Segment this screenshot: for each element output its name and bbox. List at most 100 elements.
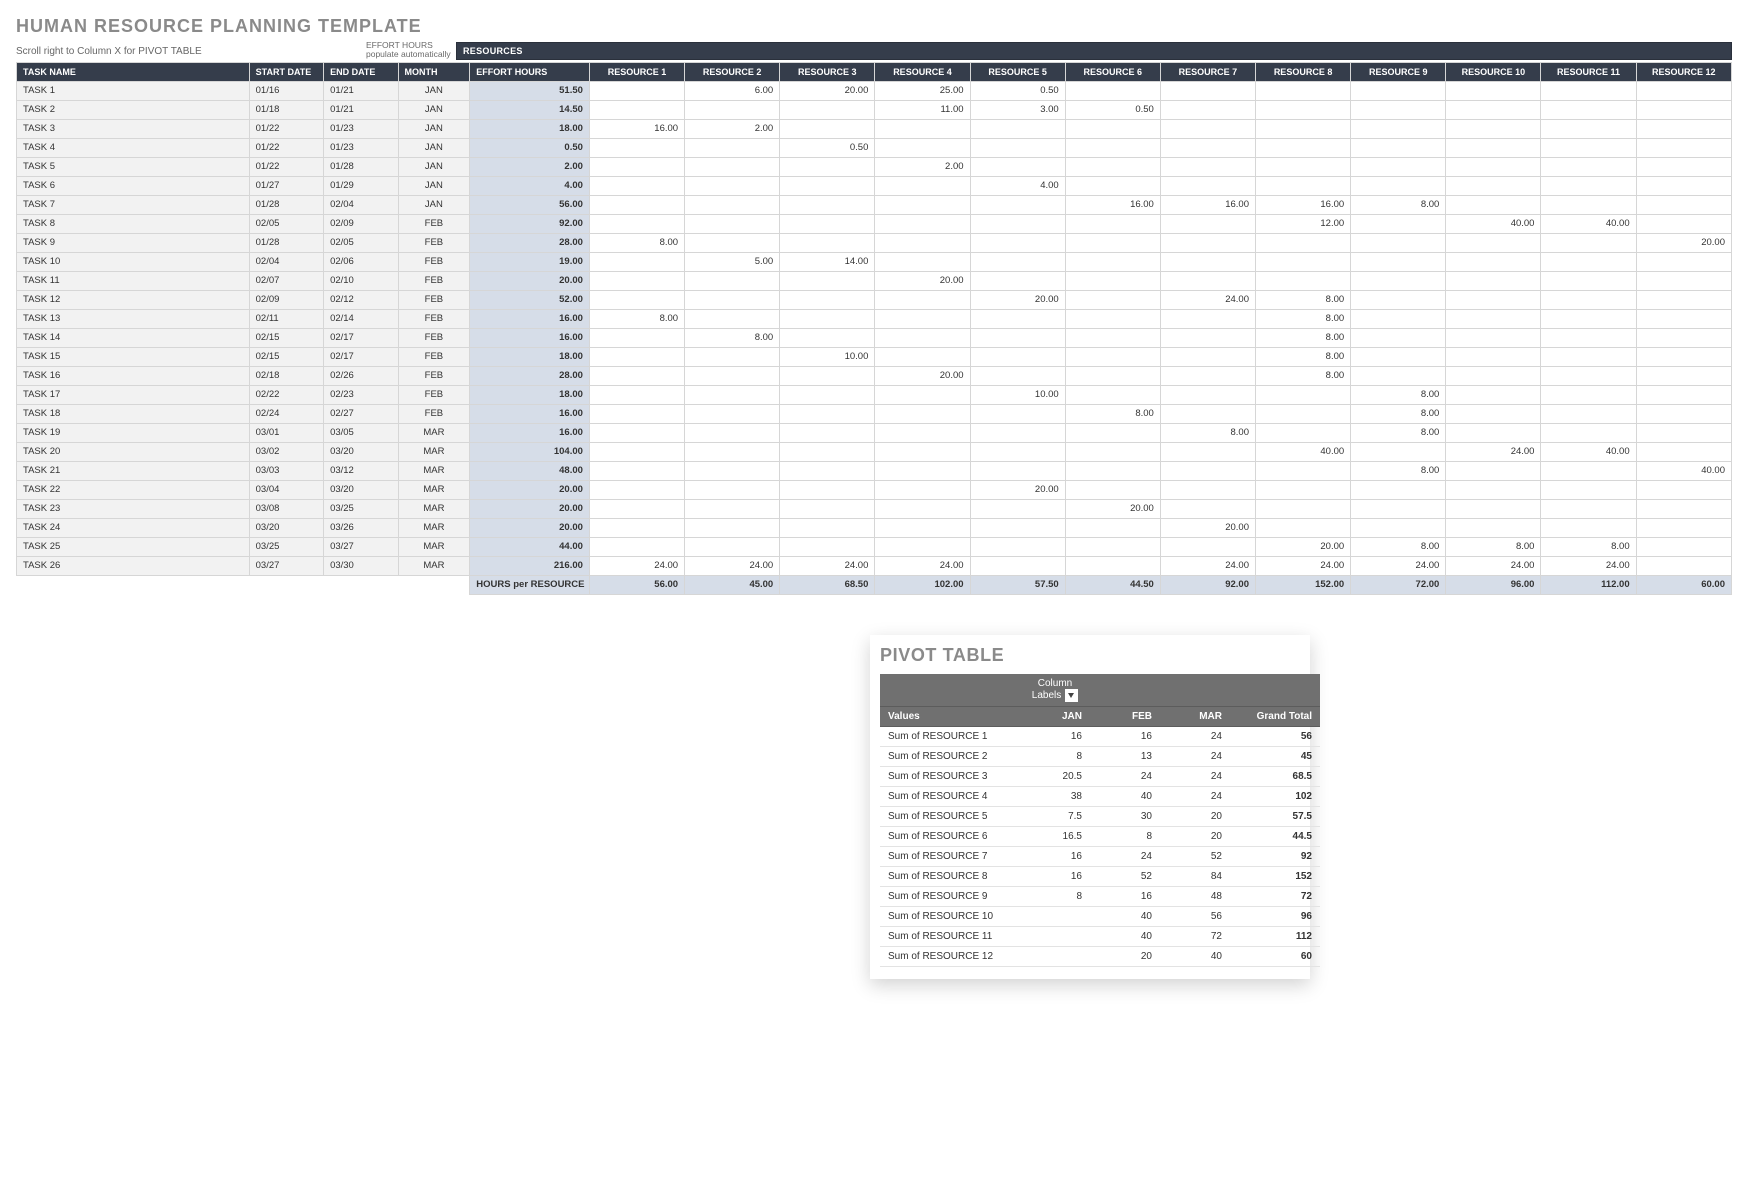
resource-cell[interactable] (875, 290, 970, 309)
month-cell[interactable]: JAN (398, 100, 470, 119)
resource-cell[interactable] (1256, 157, 1351, 176)
start-date-cell[interactable]: 01/27 (249, 176, 323, 195)
end-date-cell[interactable]: 03/26 (324, 518, 398, 537)
start-date-cell[interactable]: 03/03 (249, 461, 323, 480)
task-name-cell[interactable]: TASK 3 (17, 119, 250, 138)
resource-cell[interactable]: 40.00 (1256, 442, 1351, 461)
end-date-cell[interactable]: 03/20 (324, 480, 398, 499)
resource-cell[interactable] (1446, 518, 1541, 537)
resource-cell[interactable] (1256, 100, 1351, 119)
month-cell[interactable]: MAR (398, 442, 470, 461)
resource-cell[interactable] (875, 214, 970, 233)
col-resource[interactable]: RESOURCE 1 (589, 62, 684, 81)
resource-cell[interactable] (1351, 518, 1446, 537)
task-name-cell[interactable]: TASK 4 (17, 138, 250, 157)
month-cell[interactable]: MAR (398, 480, 470, 499)
end-date-cell[interactable]: 01/28 (324, 157, 398, 176)
resource-cell[interactable] (589, 81, 684, 100)
resource-cell[interactable] (1256, 404, 1351, 423)
pivot-value-cell[interactable]: 13 (1090, 746, 1160, 766)
resource-cell[interactable] (589, 157, 684, 176)
resource-cell[interactable]: 8.00 (1065, 404, 1160, 423)
resource-cell[interactable] (1065, 233, 1160, 252)
resource-cell[interactable] (875, 423, 970, 442)
resource-cell[interactable]: 8.00 (589, 233, 684, 252)
resource-cell[interactable] (1636, 347, 1731, 366)
pivot-row[interactable]: Sum of RESOURCE 616.582044.5 (880, 826, 1320, 846)
resource-cell[interactable] (970, 271, 1065, 290)
effort-cell[interactable]: 18.00 (470, 347, 590, 366)
dropdown-icon[interactable] (1065, 689, 1078, 702)
task-name-cell[interactable]: TASK 9 (17, 233, 250, 252)
resource-cell[interactable] (1160, 176, 1255, 195)
resource-cell[interactable] (1446, 138, 1541, 157)
resource-cell[interactable] (685, 423, 780, 442)
resource-cell[interactable] (685, 309, 780, 328)
resource-cell[interactable] (1065, 442, 1160, 461)
month-cell[interactable]: FEB (398, 214, 470, 233)
resource-cell[interactable] (1351, 499, 1446, 518)
resource-cell[interactable] (589, 271, 684, 290)
resource-cell[interactable] (685, 347, 780, 366)
resource-cell[interactable] (780, 499, 875, 518)
resource-cell[interactable] (1636, 81, 1731, 100)
resource-cell[interactable] (1065, 309, 1160, 328)
effort-cell[interactable]: 216.00 (470, 556, 590, 575)
resource-cell[interactable] (875, 537, 970, 556)
resource-cell[interactable] (1351, 100, 1446, 119)
resource-cell[interactable] (780, 404, 875, 423)
task-name-cell[interactable]: TASK 14 (17, 328, 250, 347)
resource-cell[interactable] (1256, 119, 1351, 138)
effort-cell[interactable]: 18.00 (470, 385, 590, 404)
col-resource[interactable]: RESOURCE 4 (875, 62, 970, 81)
effort-cell[interactable]: 28.00 (470, 366, 590, 385)
col-resource[interactable]: RESOURCE 10 (1446, 62, 1541, 81)
resource-cell[interactable] (1541, 157, 1636, 176)
resource-cell[interactable] (1541, 138, 1636, 157)
start-date-cell[interactable]: 01/18 (249, 100, 323, 119)
pivot-value-cell[interactable]: 30 (1090, 806, 1160, 826)
resource-cell[interactable] (1541, 461, 1636, 480)
resource-cell[interactable] (1065, 81, 1160, 100)
resource-cell[interactable] (685, 176, 780, 195)
resource-cell[interactable] (875, 195, 970, 214)
month-cell[interactable]: JAN (398, 81, 470, 100)
task-name-cell[interactable]: TASK 1 (17, 81, 250, 100)
pivot-value-cell[interactable] (1020, 906, 1090, 926)
resource-cell[interactable] (685, 480, 780, 499)
effort-cell[interactable]: 51.50 (470, 81, 590, 100)
resource-cell[interactable]: 20.00 (875, 366, 970, 385)
effort-cell[interactable]: 52.00 (470, 290, 590, 309)
resource-cell[interactable]: 8.00 (589, 309, 684, 328)
resource-cell[interactable]: 20.00 (780, 81, 875, 100)
resource-cell[interactable] (1065, 176, 1160, 195)
resource-cell[interactable] (1256, 233, 1351, 252)
resource-cell[interactable] (780, 385, 875, 404)
pivot-value-cell[interactable]: 24 (1160, 726, 1230, 746)
resource-cell[interactable] (685, 100, 780, 119)
resource-cell[interactable] (1160, 233, 1255, 252)
resource-cell[interactable] (1636, 100, 1731, 119)
resource-cell[interactable] (1256, 176, 1351, 195)
pivot-month[interactable]: MAR (1160, 706, 1230, 726)
resource-cell[interactable] (875, 518, 970, 537)
resource-cell[interactable] (589, 404, 684, 423)
resource-cell[interactable] (1065, 461, 1160, 480)
effort-cell[interactable]: 16.00 (470, 423, 590, 442)
resource-cell[interactable] (1256, 423, 1351, 442)
effort-cell[interactable]: 104.00 (470, 442, 590, 461)
resource-cell[interactable] (1351, 214, 1446, 233)
month-cell[interactable]: JAN (398, 176, 470, 195)
resource-cell[interactable]: 2.00 (875, 157, 970, 176)
resource-cell[interactable] (685, 442, 780, 461)
effort-cell[interactable]: 16.00 (470, 309, 590, 328)
resource-cell[interactable] (970, 423, 1065, 442)
resource-cell[interactable] (589, 100, 684, 119)
end-date-cell[interactable]: 02/14 (324, 309, 398, 328)
task-name-cell[interactable]: TASK 2 (17, 100, 250, 119)
end-date-cell[interactable]: 02/04 (324, 195, 398, 214)
resource-cell[interactable] (780, 309, 875, 328)
resource-cell[interactable] (1351, 138, 1446, 157)
resource-cell[interactable] (1446, 81, 1541, 100)
resource-cell[interactable] (1446, 100, 1541, 119)
